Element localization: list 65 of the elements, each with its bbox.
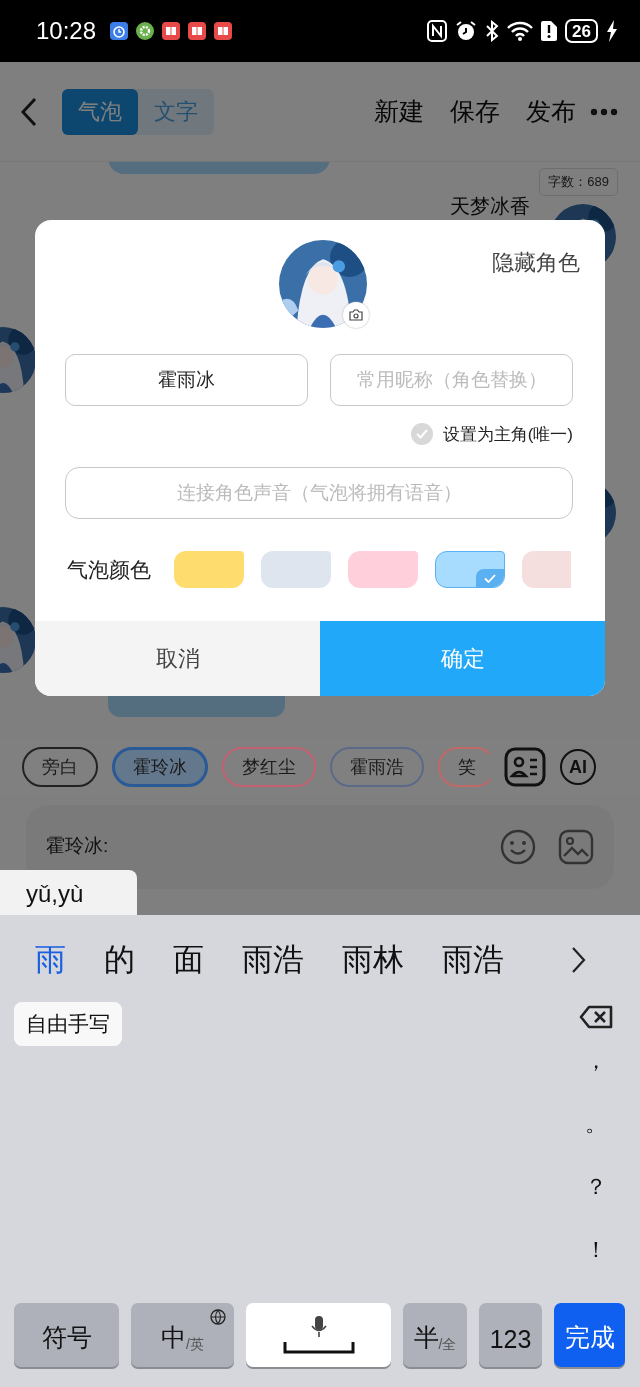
alarm-icon: [110, 22, 129, 40]
cancel-button[interactable]: 取消: [35, 621, 320, 696]
battery-level: 26: [565, 19, 598, 43]
check-icon: [484, 573, 496, 583]
contact-card-icon[interactable]: [504, 747, 546, 787]
color-swatch[interactable]: [522, 551, 571, 588]
character-chip[interactable]: 笑: [438, 747, 490, 787]
microphone-icon: [310, 1316, 327, 1338]
punctuation-key[interactable]: 。: [579, 1092, 613, 1155]
candidate[interactable]: 雨浩: [242, 939, 304, 981]
camera-icon: [348, 309, 363, 321]
header-action[interactable]: 发布: [514, 95, 576, 128]
keyboard-key[interactable]: 123: [479, 1303, 542, 1367]
ai-button[interactable]: AI: [560, 749, 596, 785]
book-icon: [188, 22, 207, 40]
pinyin-preview: yǔ,yù: [0, 870, 137, 915]
smiley-icon[interactable]: [500, 829, 536, 865]
checkbox[interactable]: [410, 423, 433, 445]
candidate[interactable]: 面: [173, 939, 204, 981]
alarm-clock-icon: [455, 20, 478, 42]
character-chip[interactable]: 霍雨浩: [330, 747, 424, 787]
candidate[interactable]: 的: [104, 939, 135, 981]
punctuation-key[interactable]: ，: [579, 1029, 613, 1092]
header-action[interactable]: 保存: [438, 95, 500, 128]
speaker-name: 天梦冰香: [450, 195, 530, 217]
book-icon: [162, 22, 181, 40]
color-swatch[interactable]: [435, 551, 505, 588]
color-swatch[interactable]: [174, 551, 244, 588]
bluetooth-icon: [485, 20, 500, 42]
nickname-field[interactable]: 常用昵称（角色替换）: [330, 354, 573, 406]
bubble-color-label: 气泡颜色: [67, 556, 152, 583]
color-swatch[interactable]: [348, 551, 418, 588]
punctuation-key[interactable]: ？: [579, 1155, 613, 1218]
space-key[interactable]: [246, 1303, 391, 1367]
name-field[interactable]: 霍雨冰: [65, 354, 308, 406]
character-chip[interactable]: 霍玲冰: [112, 747, 208, 787]
image-icon[interactable]: [558, 829, 594, 865]
character-chip[interactable]: 梦红尘: [222, 747, 316, 787]
book-icon: [214, 22, 233, 40]
handwriting-button[interactable]: 自由手写: [14, 1002, 122, 1046]
candidate[interactable]: 雨浩: [442, 939, 504, 981]
check-icon: [415, 429, 428, 439]
clock: 10:28: [36, 17, 97, 45]
more-icon[interactable]: [590, 107, 618, 116]
header-action[interactable]: 新建: [362, 95, 424, 128]
character-chip[interactable]: 旁白: [22, 747, 98, 787]
done-key[interactable]: 完成: [554, 1303, 625, 1367]
globe-icon: [210, 1309, 226, 1325]
candidate[interactable]: 雨: [35, 939, 66, 981]
keyboard-key[interactable]: 符号: [14, 1303, 119, 1367]
color-swatch[interactable]: [261, 551, 331, 588]
space-bar-icon: [282, 1342, 355, 1354]
hide-character-button[interactable]: 隐藏角色: [492, 248, 580, 278]
sim-alert-icon: [541, 21, 558, 41]
charging-icon: [606, 20, 618, 42]
candidate[interactable]: 雨林: [342, 939, 404, 981]
word-count: 字数：689: [539, 168, 618, 196]
voice-field[interactable]: 连接角色声音（气泡将拥有语音）: [65, 467, 573, 519]
punctuation-key[interactable]: ！: [579, 1218, 613, 1281]
checkbox-label: 设置为主角(唯一): [442, 423, 573, 446]
back-icon[interactable]: [20, 96, 38, 127]
nfc-icon: [427, 20, 448, 42]
chevron-right-icon[interactable]: [570, 946, 586, 974]
wifi-icon: [507, 21, 534, 41]
backspace-icon[interactable]: [579, 1005, 613, 1029]
